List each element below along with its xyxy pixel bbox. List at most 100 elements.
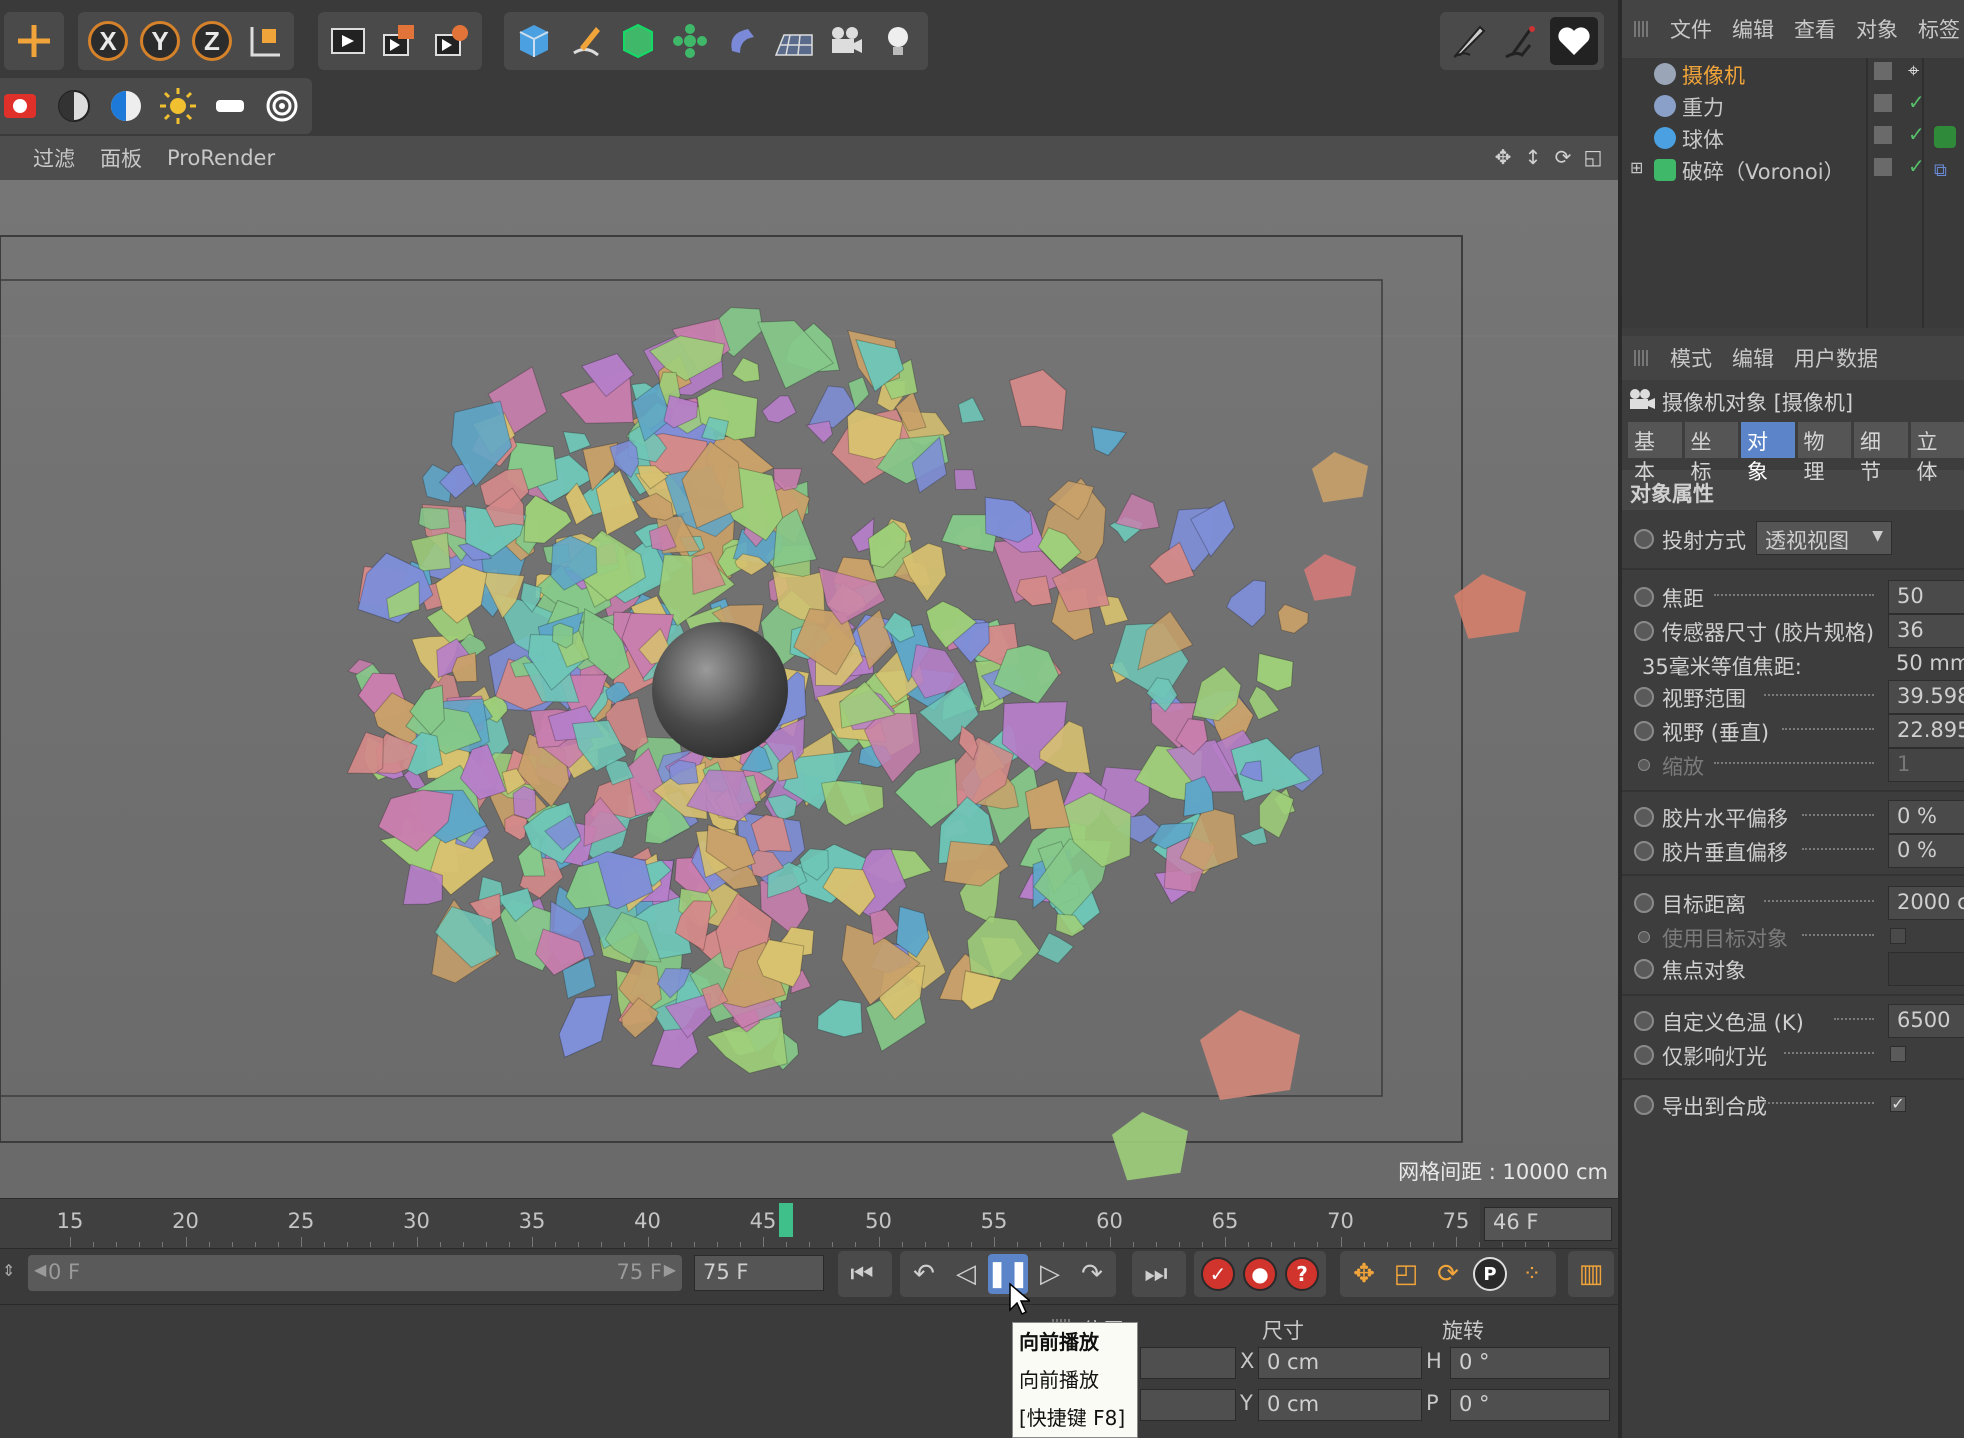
heart-icon[interactable] [1550,17,1598,65]
previous-frame-icon[interactable]: ◁ [946,1254,986,1294]
range-left-arrow-icon[interactable]: ◀ [34,1260,46,1279]
goto-end-icon[interactable]: ⏭ [1136,1254,1176,1294]
animation-radio-icon[interactable] [1634,959,1654,979]
viewport-menu-prorender[interactable]: ProRender [167,146,275,170]
preview-range-slider[interactable]: ◀ 0 F 75 F ▶ [28,1255,682,1291]
move-tool-icon[interactable] [10,17,58,65]
editor-visibility-icon[interactable] [1874,158,1892,176]
rotation-h-field[interactable]: 0 ° [1450,1347,1610,1379]
floor-icon[interactable] [770,17,818,65]
rotation-p-field[interactable]: 0 ° [1450,1389,1610,1421]
sensor-size-field[interactable]: 36 [1888,614,1964,648]
fov-vertical-field[interactable]: 22.895 [1888,714,1964,748]
object-menu-file[interactable]: 文件 [1670,14,1712,44]
object-menu-objects[interactable]: 对象 [1856,14,1898,44]
editor-visibility-icon[interactable] [1874,94,1892,112]
cube-icon[interactable] [510,17,558,65]
viewport-menu-filter[interactable]: 过滤 [33,143,75,173]
tab-coordinates[interactable]: 坐标 [1684,422,1738,484]
x-axis-lock-icon[interactable]: X [84,17,132,65]
expand-toggle-icon[interactable]: ⊞ [1630,158,1643,177]
attr-menu-edit[interactable]: 编辑 [1732,343,1774,373]
focus-object-link-field[interactable] [1888,952,1964,986]
film-offset-x-field[interactable]: 0 % [1888,800,1964,834]
animation-radio-icon[interactable] [1634,721,1654,741]
point-level-key-icon[interactable]: ⁘ [1512,1254,1552,1294]
pan-icon[interactable]: ✥ [1492,146,1514,168]
rotation-key-icon[interactable]: ⟳ [1428,1254,1468,1294]
projection-dropdown[interactable]: 透视视图 ▼ [1756,521,1892,555]
dynamics-tag-icon[interactable]: ⧉ [1934,160,1947,181]
object-menu-edit[interactable]: 编辑 [1732,14,1774,44]
animation-radio-icon[interactable] [1634,893,1654,913]
size-x-field[interactable]: 0 cm [1258,1347,1422,1379]
pen-spline-icon[interactable] [562,17,610,65]
tab-physical[interactable]: 物理 [1797,422,1851,484]
attr-menu-user-data[interactable]: 用户数据 [1794,343,1878,373]
camera-target-icon[interactable]: ⌖ [1908,58,1919,82]
maximize-view-icon[interactable]: ◱ [1582,146,1604,168]
display-mode-icon[interactable] [206,82,254,130]
timeline-playhead[interactable] [779,1203,794,1237]
sun-icon[interactable] [154,82,202,130]
render-view-icon[interactable] [324,17,372,65]
render-settings-icon[interactable] [428,17,476,65]
field-of-view-field[interactable]: 39.598 [1888,680,1964,714]
tab-object[interactable]: 对象 [1741,422,1795,484]
timeline-ruler[interactable]: 46 F 15 20 25 30 35 40 45 50 55 60 65 70 75 [0,1198,1618,1249]
end-frame-field[interactable]: 75 F [694,1255,824,1291]
color-temp-field[interactable]: 6500 [1888,1004,1964,1038]
parameter-key-icon[interactable]: P [1470,1254,1510,1294]
cloner-icon[interactable] [666,17,714,65]
sphere-object[interactable] [652,622,788,758]
goto-next-key-icon[interactable]: ↷ [1072,1254,1112,1294]
goto-previous-key-icon[interactable]: ↶ [904,1254,944,1294]
target-distance-field[interactable]: 2000 cm [1888,886,1964,920]
target-icon[interactable] [258,82,306,130]
position-key-icon[interactable]: ✥ [1344,1254,1384,1294]
render-to-picture-viewer-icon[interactable] [376,17,424,65]
animation-radio-icon[interactable] [1634,841,1654,861]
object-row-gravity[interactable]: 重力 ✓ [1622,90,1964,122]
object-row-sphere[interactable]: 球体 ✓ [1622,122,1964,154]
keyframe-selection-icon[interactable]: ? [1282,1254,1322,1294]
range-left-stepper-icon[interactable]: ⇕ [2,1261,15,1280]
export-compositing-checkbox[interactable]: ✓ [1890,1096,1906,1112]
viewport-menu-panel[interactable]: 面板 [100,143,142,173]
affect-lights-checkbox[interactable] [1890,1046,1906,1062]
rigid-body-tag-icon[interactable] [1934,126,1956,148]
editor-visibility-icon[interactable] [1874,62,1892,80]
zoom-icon[interactable]: ↕ [1522,146,1544,168]
position-x-field[interactable] [1140,1347,1236,1379]
goto-start-icon[interactable]: ⏮ [842,1254,882,1294]
object-menu-tags[interactable]: 标签 [1918,14,1960,44]
tab-stereoscopic[interactable]: 立体 [1910,422,1964,484]
tab-basic[interactable]: 基本 [1628,422,1682,484]
3d-viewport[interactable]: 网格间距 : 10000 cm [0,180,1618,1198]
animation-radio-icon[interactable] [1634,807,1654,827]
y-axis-lock-icon[interactable]: Y [136,17,184,65]
animation-radio-icon[interactable] [1634,1045,1654,1065]
object-row-voronoi[interactable]: ⊞ 破碎（Voronoi） ✓ ⧉ [1622,154,1964,186]
object-row-camera[interactable]: 摄像机 ⌖ [1622,58,1964,90]
range-right-arrow-icon[interactable]: ▶ [664,1260,676,1279]
shading-icon[interactable] [102,82,150,130]
camera-icon[interactable] [822,17,870,65]
autokeying-icon[interactable]: ● [1240,1254,1280,1294]
next-frame-icon[interactable]: ▷ [1030,1254,1070,1294]
bend-deformer-icon[interactable] [718,17,766,65]
size-y-field[interactable]: 0 cm [1258,1389,1422,1421]
position-y-field[interactable] [1140,1389,1236,1421]
object-menu-view[interactable]: 查看 [1794,14,1836,44]
sketch-tool-icon[interactable] [1446,17,1494,65]
record-icon[interactable] [0,82,46,130]
animation-radio-icon[interactable] [1634,621,1654,641]
timeline-window-icon[interactable]: ▥ [1572,1254,1610,1294]
tab-details[interactable]: 细节 [1854,422,1908,484]
record-active-objects-icon[interactable]: ✓ [1198,1254,1238,1294]
current-frame-field[interactable]: 46 F [1484,1207,1612,1241]
film-offset-y-field[interactable]: 0 % [1888,834,1964,868]
animation-radio-icon[interactable] [1634,587,1654,607]
attr-menu-mode[interactable]: 模式 [1670,343,1712,373]
sketch-style-icon[interactable] [1498,17,1546,65]
